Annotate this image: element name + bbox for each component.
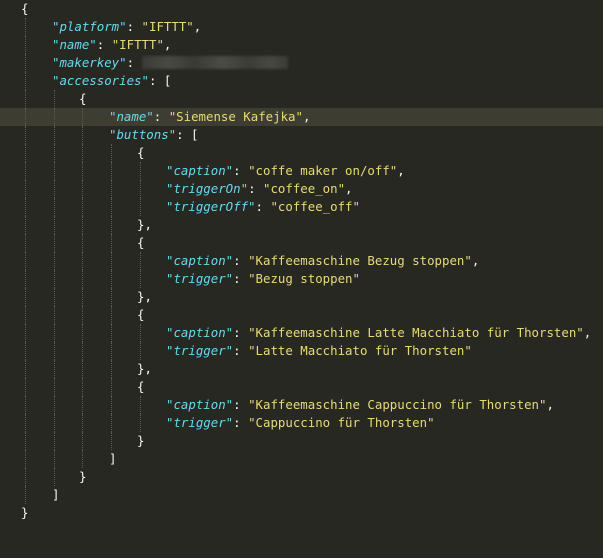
code-line: "trigger": "Bezug stoppen" — [0, 270, 603, 288]
json-key-platform: "platform" — [52, 19, 127, 34]
json-value-accessory-name: "Siemense Kafejka" — [168, 109, 303, 124]
code-line: } — [0, 504, 603, 522]
code-line: { — [0, 144, 603, 162]
code-line: "trigger": "Latte Macchiato für Thorsten… — [0, 342, 603, 360]
code-line: "triggerOn": "coffee_on", — [0, 180, 603, 198]
code-line: "caption": "Kaffeemaschine Bezug stoppen… — [0, 252, 603, 270]
json-value-caption: "Kaffeemaschine Latte Macchiato für Thor… — [248, 325, 584, 340]
close-brace: } — [21, 505, 29, 520]
json-value-trigger: "Latte Macchiato für Thorsten" — [248, 343, 472, 358]
json-value-caption: "Kaffeemaschine Bezug stoppen" — [248, 253, 472, 268]
code-line: "triggerOff": "coffee_off" — [0, 198, 603, 216]
code-line: ] — [0, 450, 603, 468]
code-line-active: "name": "Siemense Kafejka", — [0, 108, 603, 126]
json-value-trigger: "Cappuccino für Thorsten" — [248, 415, 435, 430]
code-line: }, — [0, 360, 603, 378]
code-line: "caption": "coffe maker on/off", — [0, 162, 603, 180]
code-line: "buttons": [ — [0, 126, 603, 144]
json-key-triggerOff: "triggerOff" — [166, 199, 256, 214]
code-line: "name": "IFTTT", — [0, 36, 603, 54]
code-line: ] — [0, 486, 603, 504]
json-value-platform: "IFTTT" — [141, 19, 194, 34]
json-value-triggerOn: "coffee_on" — [262, 181, 346, 196]
json-key-name: "name" — [52, 37, 97, 52]
json-key-trigger: "trigger" — [166, 415, 234, 430]
json-value-trigger: "Bezug stoppen" — [248, 271, 360, 286]
json-key-caption: "caption" — [166, 397, 234, 412]
json-value-name: "IFTTT" — [111, 37, 164, 52]
code-line: "trigger": "Cappuccino für Thorsten" — [0, 414, 603, 432]
code-line: "caption": "Kaffeemaschine Latte Macchia… — [0, 324, 603, 342]
redacted-value — [141, 56, 288, 69]
json-key-caption: "caption" — [166, 325, 234, 340]
code-line: }, — [0, 288, 603, 306]
json-key-caption: "caption" — [166, 253, 234, 268]
json-key-trigger: "trigger" — [166, 343, 234, 358]
code-line: { — [0, 306, 603, 324]
code-line: "accessories": [ — [0, 72, 603, 90]
json-value-caption: "Kaffeemaschine Cappuccino für Thorsten" — [248, 397, 547, 412]
open-brace: { — [21, 1, 29, 16]
code-line: { — [0, 234, 603, 252]
code-line: { — [0, 90, 603, 108]
json-value-triggerOff: "coffee_off" — [270, 199, 360, 214]
code-line: { — [0, 378, 603, 396]
code-editor[interactable]: { "platform": "IFTTT", "name": "IFTTT", … — [0, 0, 603, 527]
code-line: "makerkey": — [0, 54, 603, 72]
json-key-buttons: "buttons" — [109, 127, 177, 142]
json-key-makerkey: "makerkey" — [52, 55, 127, 70]
code-line: } — [0, 468, 603, 486]
code-line: } — [0, 432, 603, 450]
code-line: "platform": "IFTTT", — [0, 18, 603, 36]
code-line: }, — [0, 216, 603, 234]
json-value-caption: "coffe maker on/off" — [248, 163, 398, 178]
json-key-triggerOn: "triggerOn" — [166, 181, 249, 196]
code-line: { — [0, 0, 603, 18]
json-key-trigger: "trigger" — [166, 271, 234, 286]
json-key-accessories: "accessories" — [52, 73, 149, 88]
code-line: "caption": "Kaffeemaschine Cappuccino fü… — [0, 396, 603, 414]
json-key-accessory-name: "name" — [109, 109, 154, 124]
json-key-caption: "caption" — [166, 163, 234, 178]
